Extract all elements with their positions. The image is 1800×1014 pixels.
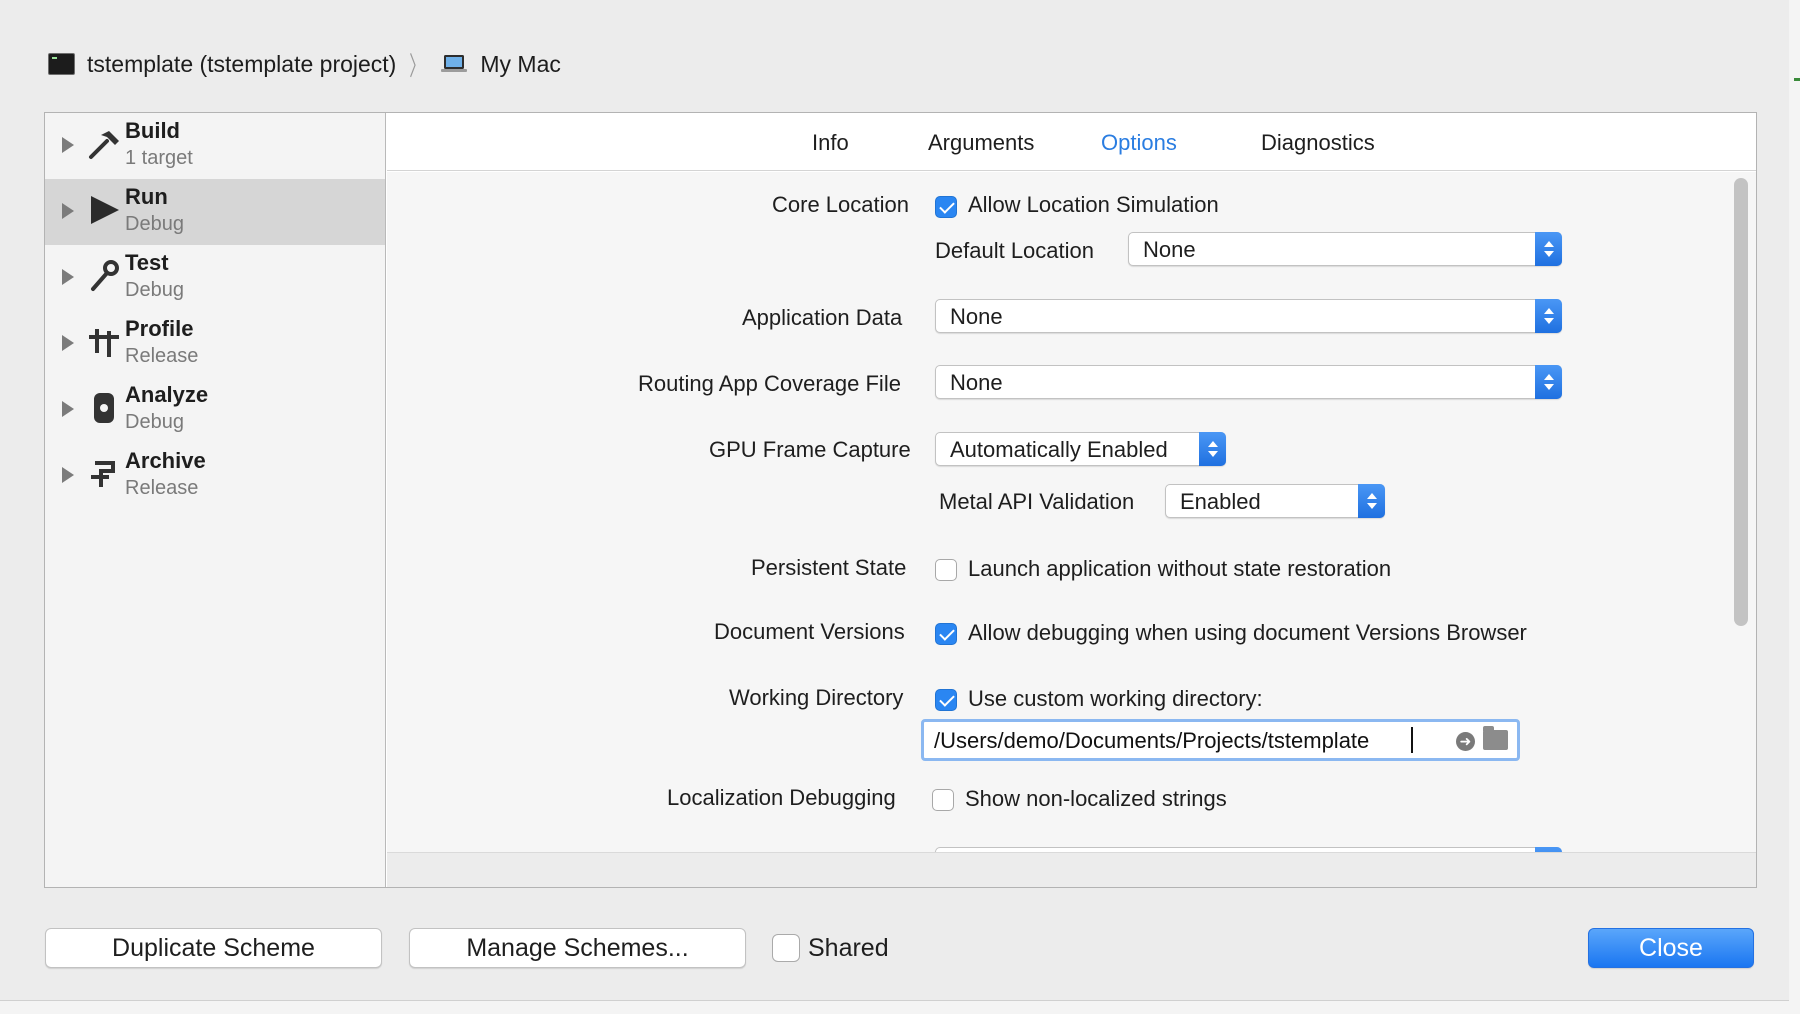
options-pane[interactable]: Core Location Allow Location Simulation … xyxy=(387,172,1756,852)
popup-value: None xyxy=(1143,237,1196,262)
sidebar-item-title: Archive xyxy=(125,448,206,473)
sidebar-item-run[interactable]: Run Debug xyxy=(45,179,385,245)
breadcrumb[interactable]: tstemplate (tstemplate project) 〉 My Mac xyxy=(48,48,561,81)
sidebar-item-title: Run xyxy=(125,184,168,209)
working-directory-label: Working Directory xyxy=(729,685,904,710)
scroll-thumb[interactable] xyxy=(1734,178,1748,626)
default-location-label: Default Location xyxy=(935,238,1094,263)
sidebar-item-subtitle: Debug xyxy=(125,411,184,433)
background-window-edge xyxy=(1789,0,1800,1014)
gpu-frame-capture-popup[interactable]: Automatically Enabled xyxy=(935,432,1226,466)
localization-debugging-label: Localization Debugging xyxy=(667,785,896,810)
chevron-right-icon: 〉 xyxy=(409,50,426,81)
sidebar-item-title: Analyze xyxy=(125,382,209,407)
background-window-strip xyxy=(0,1000,1800,1014)
instruments-icon xyxy=(85,323,123,361)
sidebar-item-analyze[interactable]: Analyze Debug xyxy=(45,377,385,443)
working-directory-path-field[interactable]: /Users/demo/Documents/Projects/tstemplat… xyxy=(921,719,1520,761)
tab-options[interactable]: Options xyxy=(1101,130,1177,156)
options-bottom-bar xyxy=(387,852,1756,887)
application-data-popup[interactable]: None xyxy=(935,299,1562,333)
tab-bar: Info Arguments Options Diagnostics xyxy=(387,113,1756,171)
document-versions-checkbox-label[interactable]: Allow debugging when using document Vers… xyxy=(968,620,1527,646)
sidebar-item-profile[interactable]: Profile Release xyxy=(45,311,385,377)
archive-icon xyxy=(85,455,123,493)
working-directory-path[interactable]: /Users/demo/Documents/Projects/tstemplat… xyxy=(934,728,1369,754)
localization-checkbox[interactable] xyxy=(932,789,954,811)
default-location-popup[interactable]: None xyxy=(1128,232,1562,266)
disclosure-triangle-icon[interactable] xyxy=(62,269,74,285)
sidebar-item-subtitle: 1 target xyxy=(125,147,193,169)
background-mark xyxy=(1794,78,1800,81)
arrow-right-circle-icon[interactable]: ➜ xyxy=(1456,732,1475,751)
sidebar-item-test[interactable]: Test Debug xyxy=(45,245,385,311)
sidebar-item-title: Test xyxy=(125,250,169,275)
sidebar-item-subtitle: Release xyxy=(125,477,199,499)
routing-file-label: Routing App Coverage File xyxy=(638,371,901,396)
popup-value: None xyxy=(950,370,1003,395)
text-caret xyxy=(1411,727,1413,753)
working-directory-checkbox[interactable] xyxy=(935,689,957,711)
folder-icon[interactable] xyxy=(1483,726,1508,750)
terminal-icon xyxy=(48,53,75,75)
popup-stepper-icon xyxy=(1358,484,1385,518)
breadcrumb-destination[interactable]: My Mac xyxy=(480,51,561,78)
disclosure-triangle-icon[interactable] xyxy=(62,335,74,351)
gpu-frame-capture-label: GPU Frame Capture xyxy=(709,437,911,462)
metal-api-validation-label: Metal API Validation xyxy=(939,489,1135,514)
shared-checkbox[interactable] xyxy=(772,934,800,962)
shared-label[interactable]: Shared xyxy=(808,934,889,963)
document-versions-label: Document Versions xyxy=(714,619,905,644)
play-icon xyxy=(85,191,123,229)
popup-stepper-icon xyxy=(1535,299,1562,333)
disclosure-triangle-icon[interactable] xyxy=(62,401,74,417)
metal-api-validation-popup[interactable]: Enabled xyxy=(1165,484,1385,518)
tab-info[interactable]: Info xyxy=(812,130,849,156)
persistent-state-checkbox-label[interactable]: Launch application without state restora… xyxy=(968,556,1391,582)
popup-stepper-icon xyxy=(1535,232,1562,266)
breadcrumb-project[interactable]: tstemplate (tstemplate project) xyxy=(87,51,396,78)
scheme-actions-sidebar: Build 1 target Run Debug Test Debug Prof… xyxy=(45,113,386,887)
persistent-state-checkbox[interactable] xyxy=(935,559,957,581)
disclosure-triangle-icon[interactable] xyxy=(62,137,74,153)
disclosure-triangle-icon[interactable] xyxy=(62,203,74,219)
localization-checkbox-label[interactable]: Show non-localized strings xyxy=(965,786,1227,812)
sidebar-item-archive[interactable]: Archive Release xyxy=(45,443,385,509)
wrench-icon xyxy=(85,257,123,295)
persistent-state-label: Persistent State xyxy=(751,555,907,580)
sidebar-item-subtitle: Release xyxy=(125,345,199,367)
document-versions-checkbox[interactable] xyxy=(935,623,957,645)
popup-stepper-icon xyxy=(1199,432,1226,466)
scheme-panel: Build 1 target Run Debug Test Debug Prof… xyxy=(44,112,1757,888)
duplicate-scheme-button[interactable]: Duplicate Scheme xyxy=(45,928,382,968)
disclosure-triangle-icon[interactable] xyxy=(62,467,74,483)
close-button[interactable]: Close xyxy=(1588,928,1754,968)
scheme-editor-sheet: tstemplate (tstemplate project) 〉 My Mac… xyxy=(0,0,1800,1014)
tab-arguments[interactable]: Arguments xyxy=(928,130,1034,156)
allow-location-simulation-label[interactable]: Allow Location Simulation xyxy=(968,192,1219,218)
popup-stepper-icon xyxy=(1535,365,1562,399)
working-directory-checkbox-label[interactable]: Use custom working directory: xyxy=(968,686,1263,712)
hammer-icon xyxy=(85,125,123,163)
popup-value: Automatically Enabled xyxy=(950,437,1168,462)
sidebar-item-title: Profile xyxy=(125,316,194,341)
sidebar-item-title: Build xyxy=(125,118,180,143)
tab-diagnostics[interactable]: Diagnostics xyxy=(1261,130,1375,156)
analyze-icon xyxy=(85,389,123,427)
sidebar-item-subtitle: Debug xyxy=(125,213,184,235)
options-scrollbar[interactable] xyxy=(1725,172,1756,852)
routing-file-popup[interactable]: None xyxy=(935,365,1562,399)
scheme-content: Info Arguments Options Diagnostics Core … xyxy=(387,113,1756,887)
popup-value: None xyxy=(950,304,1003,329)
core-location-label: Core Location xyxy=(772,192,909,217)
popup-value: Enabled xyxy=(1180,489,1261,514)
application-data-label: Application Data xyxy=(742,305,903,330)
sidebar-item-build[interactable]: Build 1 target xyxy=(45,113,385,179)
macbook-icon xyxy=(440,54,468,74)
sidebar-item-subtitle: Debug xyxy=(125,279,184,301)
allow-location-simulation-checkbox[interactable] xyxy=(935,196,957,218)
manage-schemes-button[interactable]: Manage Schemes... xyxy=(409,928,746,968)
